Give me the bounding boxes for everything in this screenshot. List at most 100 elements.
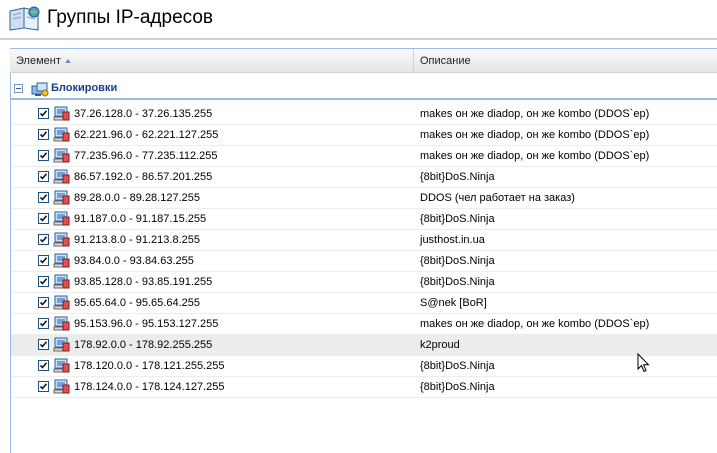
description-cell: {8bit}DoS.Ninja bbox=[420, 213, 495, 225]
network-range-icon bbox=[53, 127, 70, 142]
row-checkbox[interactable] bbox=[38, 276, 49, 287]
header-divider bbox=[0, 38, 717, 40]
checkmark-icon bbox=[39, 110, 48, 117]
description-cell: justhost.in.ua bbox=[420, 234, 485, 246]
checkmark-icon bbox=[39, 362, 48, 369]
network-range-icon bbox=[53, 211, 70, 226]
description-cell: S@nek [BoR] bbox=[420, 297, 487, 309]
table-row[interactable]: 62.221.96.0 - 62.221.127.255 makes он же … bbox=[11, 125, 717, 146]
group-computers-icon bbox=[31, 82, 49, 97]
description-cell: {8bit}DoS.Ninja bbox=[420, 381, 495, 393]
row-checkbox[interactable] bbox=[38, 360, 49, 371]
description-cell: DDOS (чел работает на заказ) bbox=[420, 192, 575, 204]
table-row[interactable]: 95.65.64.0 - 95.65.64.255 S@nek [BoR] bbox=[11, 293, 717, 314]
collapse-toggle-icon[interactable] bbox=[14, 84, 23, 93]
group-row-blocks[interactable]: Блокировки bbox=[11, 79, 717, 100]
table-row[interactable]: 178.120.0.0 - 178.121.255.255 {8bit}DoS.N… bbox=[11, 356, 717, 377]
ip-range-cell: 77.235.96.0 - 77.235.112.255 bbox=[74, 150, 218, 162]
ip-range-cell: 93.85.128.0 - 93.85.191.255 bbox=[74, 276, 213, 288]
row-checkbox[interactable] bbox=[38, 108, 49, 119]
table-row[interactable]: 93.85.128.0 - 93.85.191.255 {8bit}DoS.Nin… bbox=[11, 272, 717, 293]
description-cell: makes он же diadop, он же kombo (DDOS`ер… bbox=[420, 318, 650, 330]
row-checkbox[interactable] bbox=[38, 192, 49, 203]
row-checkbox[interactable] bbox=[38, 255, 49, 266]
ip-range-cell: 91.213.8.0 - 91.213.8.255 bbox=[74, 234, 200, 246]
sort-ascending-icon bbox=[64, 59, 71, 63]
row-checkbox[interactable] bbox=[38, 297, 49, 308]
table-row[interactable]: 37.26.128.0 - 37.26.135.255 makes он же d… bbox=[11, 104, 717, 125]
description-cell: {8bit}DoS.Ninja bbox=[420, 171, 495, 183]
table-row[interactable]: 178.92.0.0 - 178.92.255.255 k2proud bbox=[11, 335, 717, 356]
ip-range-cell: 178.120.0.0 - 178.121.255.255 bbox=[74, 360, 225, 372]
network-range-icon bbox=[53, 148, 70, 163]
mouse-cursor-icon bbox=[637, 353, 650, 373]
description-cell: makes он же diadop, он же kombo (DDOS`ер… bbox=[420, 150, 650, 162]
description-cell: {8bit}DoS.Ninja bbox=[420, 360, 495, 372]
group-label: Блокировки bbox=[51, 82, 118, 94]
table-row[interactable]: 93.84.0.0 - 93.84.63.255 {8bit}DoS.Ninja bbox=[11, 251, 717, 272]
address-book-icon bbox=[9, 6, 40, 31]
ip-range-cell: 89.28.0.0 - 89.28.127.255 bbox=[74, 192, 200, 204]
checkmark-icon bbox=[39, 341, 48, 348]
table-row[interactable]: 95.153.96.0 - 95.153.127.255 makes он же … bbox=[11, 314, 717, 335]
table-row[interactable]: 178.124.0.0 - 178.124.127.255 {8bit}DoS.N… bbox=[11, 377, 717, 398]
checkmark-icon bbox=[39, 152, 48, 159]
network-range-icon bbox=[53, 190, 70, 205]
ip-range-cell: 95.65.64.0 - 95.65.64.255 bbox=[74, 297, 200, 309]
network-range-icon bbox=[53, 106, 70, 121]
description-cell: {8bit}DoS.Ninja bbox=[420, 255, 495, 267]
row-checkbox[interactable] bbox=[38, 150, 49, 161]
ip-range-cell: 95.153.96.0 - 95.153.127.255 bbox=[74, 318, 219, 330]
network-range-icon bbox=[53, 379, 70, 394]
checkmark-icon bbox=[39, 257, 48, 264]
ip-range-cell: 93.84.0.0 - 93.84.63.255 bbox=[74, 255, 194, 267]
description-cell: k2proud bbox=[420, 339, 460, 351]
network-range-icon bbox=[53, 232, 70, 247]
row-checkbox[interactable] bbox=[38, 381, 49, 392]
table-row[interactable]: 89.28.0.0 - 89.28.127.255 DDOS (чел работ… bbox=[11, 188, 717, 209]
network-range-icon bbox=[53, 274, 70, 289]
ip-range-cell: 178.124.0.0 - 178.124.127.255 bbox=[74, 381, 225, 393]
checkmark-icon bbox=[39, 194, 48, 201]
description-cell: makes он же diadop, он же kombo (DDOS`ер… bbox=[420, 108, 650, 120]
column-header-element[interactable]: Элемент bbox=[10, 49, 414, 72]
checkmark-icon bbox=[39, 278, 48, 285]
table-row[interactable]: 77.235.96.0 - 77.235.112.255 makes он же … bbox=[11, 146, 717, 167]
table-row[interactable]: 86.57.192.0 - 86.57.201.255 {8bit}DoS.Nin… bbox=[11, 167, 717, 188]
ip-range-cell: 62.221.96.0 - 62.221.127.255 bbox=[74, 129, 219, 141]
ip-range-cell: 37.26.128.0 - 37.26.135.255 bbox=[74, 108, 213, 120]
network-range-icon bbox=[53, 337, 70, 352]
column-header-element-label: Элемент bbox=[16, 55, 61, 67]
ip-range-list: 37.26.128.0 - 37.26.135.255 makes он же d… bbox=[11, 104, 717, 398]
row-checkbox[interactable] bbox=[38, 234, 49, 245]
checkmark-icon bbox=[39, 131, 48, 138]
ip-range-cell: 91.187.0.0 - 91.187.15.255 bbox=[74, 213, 207, 225]
ip-range-cell: 86.57.192.0 - 86.57.201.255 bbox=[74, 171, 213, 183]
network-range-icon bbox=[53, 358, 70, 373]
table-row[interactable]: 91.213.8.0 - 91.213.8.255 justhost.in.ua bbox=[11, 230, 717, 251]
row-checkbox[interactable] bbox=[38, 171, 49, 182]
page-header: Группы IP-адресов bbox=[0, 0, 717, 38]
page-title: Группы IP-адресов bbox=[47, 7, 214, 28]
row-checkbox[interactable] bbox=[38, 129, 49, 140]
ip-range-cell: 178.92.0.0 - 178.92.255.255 bbox=[74, 339, 213, 351]
checkmark-icon bbox=[39, 320, 48, 327]
checkmark-icon bbox=[39, 299, 48, 306]
network-range-icon bbox=[53, 295, 70, 310]
row-checkbox[interactable] bbox=[38, 213, 49, 224]
checkmark-icon bbox=[39, 173, 48, 180]
grid-column-header: Элемент Описание bbox=[10, 49, 717, 73]
row-checkbox[interactable] bbox=[38, 318, 49, 329]
checkmark-icon bbox=[39, 236, 48, 243]
row-checkbox[interactable] bbox=[38, 339, 49, 350]
table-row[interactable]: 91.187.0.0 - 91.187.15.255 {8bit}DoS.Ninj… bbox=[11, 209, 717, 230]
network-range-icon bbox=[53, 316, 70, 331]
network-range-icon bbox=[53, 253, 70, 268]
checkmark-icon bbox=[39, 215, 48, 222]
column-header-description-label: Описание bbox=[420, 55, 471, 67]
description-cell: makes он же diadop, он же kombo (DDOS`ер… bbox=[420, 129, 650, 141]
column-header-description[interactable]: Описание bbox=[414, 49, 717, 72]
checkmark-icon bbox=[39, 383, 48, 390]
network-range-icon bbox=[53, 169, 70, 184]
description-cell: {8bit}DoS.Ninja bbox=[420, 276, 495, 288]
